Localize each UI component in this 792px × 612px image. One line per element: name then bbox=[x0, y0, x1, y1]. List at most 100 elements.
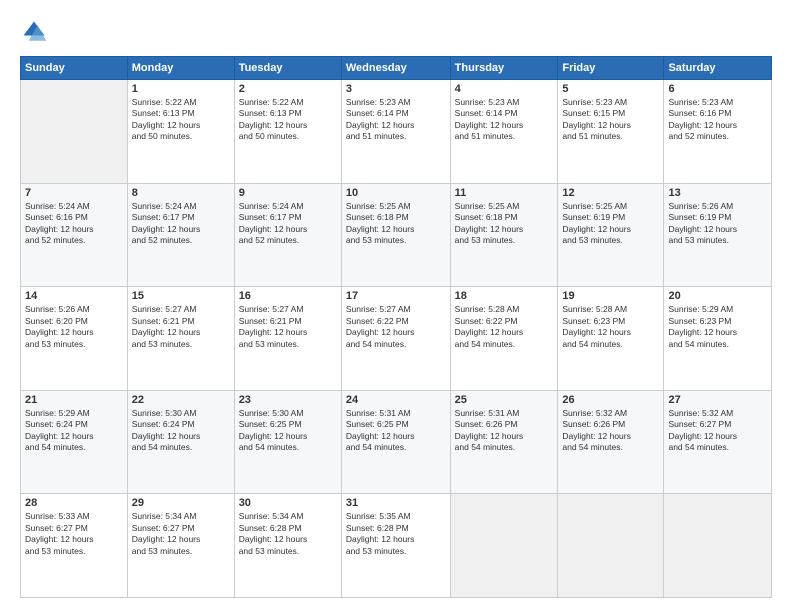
day-number: 24 bbox=[346, 394, 446, 406]
calendar-cell: 31Sunrise: 5:35 AM Sunset: 6:28 PM Dayli… bbox=[341, 494, 450, 598]
calendar-week-row: 1 Sunrise: 5:22 AM Sunset: 6:13 PM Daylig… bbox=[21, 80, 772, 184]
day-number: 17 bbox=[346, 290, 446, 302]
calendar-cell bbox=[450, 494, 558, 598]
weekday-header-saturday: Saturday bbox=[664, 57, 772, 80]
calendar-cell bbox=[21, 80, 128, 184]
day-info: Sunrise: 5:34 AM Sunset: 6:27 PM Dayligh… bbox=[132, 511, 230, 557]
calendar-cell: 9 Sunrise: 5:24 AM Sunset: 6:17 PM Daylig… bbox=[234, 183, 341, 287]
logo bbox=[20, 18, 52, 46]
day-number: 2 bbox=[239, 83, 337, 95]
day-number: 16 bbox=[239, 290, 337, 302]
day-number: 18 bbox=[455, 290, 554, 302]
day-info: Sunrise: 5:32 AM Sunset: 6:26 PM Dayligh… bbox=[562, 408, 659, 454]
day-number: 28 bbox=[25, 497, 123, 509]
day-info: Sunrise: 5:24 AM Sunset: 6:17 PM Dayligh… bbox=[132, 201, 230, 247]
day-number: 6 bbox=[668, 83, 767, 95]
day-info: Sunrise: 5:25 AM Sunset: 6:18 PM Dayligh… bbox=[455, 201, 554, 247]
calendar-cell bbox=[558, 494, 664, 598]
day-info: Sunrise: 5:30 AM Sunset: 6:24 PM Dayligh… bbox=[132, 408, 230, 454]
calendar-cell: 21Sunrise: 5:29 AM Sunset: 6:24 PM Dayli… bbox=[21, 390, 128, 494]
calendar-week-row: 14 Sunrise: 5:26 AM Sunset: 6:20 PM Dayli… bbox=[21, 287, 772, 391]
calendar-cell: 28 Sunrise: 5:33 AM Sunset: 6:27 PM Dayli… bbox=[21, 494, 128, 598]
day-info: Sunrise: 5:34 AM Sunset: 6:28 PM Dayligh… bbox=[239, 511, 337, 557]
day-number: 4 bbox=[455, 83, 554, 95]
weekday-header-monday: Monday bbox=[127, 57, 234, 80]
day-info: Sunrise: 5:27 AM Sunset: 6:21 PM Dayligh… bbox=[239, 304, 337, 350]
weekday-header-sunday: Sunday bbox=[21, 57, 128, 80]
day-info: Sunrise: 5:26 AM Sunset: 6:20 PM Dayligh… bbox=[25, 304, 123, 350]
day-number: 22 bbox=[132, 394, 230, 406]
day-number: 30 bbox=[239, 497, 337, 509]
calendar-cell: 12 Sunrise: 5:25 AM Sunset: 6:19 PM Dayli… bbox=[558, 183, 664, 287]
calendar-cell: 14 Sunrise: 5:26 AM Sunset: 6:20 PM Dayli… bbox=[21, 287, 128, 391]
weekday-header-thursday: Thursday bbox=[450, 57, 558, 80]
calendar-cell: 17 Sunrise: 5:27 AM Sunset: 6:22 PM Dayli… bbox=[341, 287, 450, 391]
day-info: Sunrise: 5:33 AM Sunset: 6:27 PM Dayligh… bbox=[25, 511, 123, 557]
logo-icon bbox=[20, 18, 48, 46]
calendar-cell: 18 Sunrise: 5:28 AM Sunset: 6:22 PM Dayli… bbox=[450, 287, 558, 391]
calendar-cell: 20 Sunrise: 5:29 AM Sunset: 6:23 PM Dayli… bbox=[664, 287, 772, 391]
weekday-header-wednesday: Wednesday bbox=[341, 57, 450, 80]
day-info: Sunrise: 5:25 AM Sunset: 6:19 PM Dayligh… bbox=[562, 201, 659, 247]
calendar-week-row: 21Sunrise: 5:29 AM Sunset: 6:24 PM Dayli… bbox=[21, 390, 772, 494]
day-number: 8 bbox=[132, 187, 230, 199]
day-number: 13 bbox=[668, 187, 767, 199]
day-number: 9 bbox=[239, 187, 337, 199]
calendar-cell: 6 Sunrise: 5:23 AM Sunset: 6:16 PM Daylig… bbox=[664, 80, 772, 184]
calendar-cell: 22 Sunrise: 5:30 AM Sunset: 6:24 PM Dayli… bbox=[127, 390, 234, 494]
calendar-cell: 15 Sunrise: 5:27 AM Sunset: 6:21 PM Dayli… bbox=[127, 287, 234, 391]
day-number: 20 bbox=[668, 290, 767, 302]
calendar-cell: 27 Sunrise: 5:32 AM Sunset: 6:27 PM Dayli… bbox=[664, 390, 772, 494]
calendar-cell: 30 Sunrise: 5:34 AM Sunset: 6:28 PM Dayli… bbox=[234, 494, 341, 598]
day-number: 11 bbox=[455, 187, 554, 199]
day-number: 7 bbox=[25, 187, 123, 199]
calendar-cell bbox=[664, 494, 772, 598]
day-info: Sunrise: 5:28 AM Sunset: 6:22 PM Dayligh… bbox=[455, 304, 554, 350]
calendar-cell: 26Sunrise: 5:32 AM Sunset: 6:26 PM Dayli… bbox=[558, 390, 664, 494]
calendar-table: SundayMondayTuesdayWednesdayThursdayFrid… bbox=[20, 56, 772, 598]
day-number: 27 bbox=[668, 394, 767, 406]
day-info: Sunrise: 5:27 AM Sunset: 6:22 PM Dayligh… bbox=[346, 304, 446, 350]
day-info: Sunrise: 5:23 AM Sunset: 6:14 PM Dayligh… bbox=[455, 97, 554, 143]
weekday-header-row: SundayMondayTuesdayWednesdayThursdayFrid… bbox=[21, 57, 772, 80]
day-info: Sunrise: 5:28 AM Sunset: 6:23 PM Dayligh… bbox=[562, 304, 659, 350]
day-info: Sunrise: 5:31 AM Sunset: 6:26 PM Dayligh… bbox=[455, 408, 554, 454]
calendar-cell: 29 Sunrise: 5:34 AM Sunset: 6:27 PM Dayli… bbox=[127, 494, 234, 598]
header bbox=[20, 18, 772, 46]
calendar-week-row: 28 Sunrise: 5:33 AM Sunset: 6:27 PM Dayli… bbox=[21, 494, 772, 598]
day-info: Sunrise: 5:27 AM Sunset: 6:21 PM Dayligh… bbox=[132, 304, 230, 350]
day-info: Sunrise: 5:25 AM Sunset: 6:18 PM Dayligh… bbox=[346, 201, 446, 247]
day-number: 12 bbox=[562, 187, 659, 199]
day-info: Sunrise: 5:29 AM Sunset: 6:24 PM Dayligh… bbox=[25, 408, 123, 454]
day-number: 5 bbox=[562, 83, 659, 95]
day-info: Sunrise: 5:24 AM Sunset: 6:17 PM Dayligh… bbox=[239, 201, 337, 247]
day-number: 15 bbox=[132, 290, 230, 302]
day-info: Sunrise: 5:26 AM Sunset: 6:19 PM Dayligh… bbox=[668, 201, 767, 247]
day-info: Sunrise: 5:30 AM Sunset: 6:25 PM Dayligh… bbox=[239, 408, 337, 454]
calendar-cell: 16 Sunrise: 5:27 AM Sunset: 6:21 PM Dayli… bbox=[234, 287, 341, 391]
day-info: Sunrise: 5:22 AM Sunset: 6:13 PM Dayligh… bbox=[239, 97, 337, 143]
weekday-header-friday: Friday bbox=[558, 57, 664, 80]
calendar-cell: 11 Sunrise: 5:25 AM Sunset: 6:18 PM Dayli… bbox=[450, 183, 558, 287]
day-number: 10 bbox=[346, 187, 446, 199]
day-number: 29 bbox=[132, 497, 230, 509]
calendar-cell: 3Sunrise: 5:23 AM Sunset: 6:14 PM Daylig… bbox=[341, 80, 450, 184]
day-info: Sunrise: 5:29 AM Sunset: 6:23 PM Dayligh… bbox=[668, 304, 767, 350]
day-number: 14 bbox=[25, 290, 123, 302]
day-info: Sunrise: 5:23 AM Sunset: 6:15 PM Dayligh… bbox=[562, 97, 659, 143]
calendar-cell: 25Sunrise: 5:31 AM Sunset: 6:26 PM Dayli… bbox=[450, 390, 558, 494]
calendar-cell: 13 Sunrise: 5:26 AM Sunset: 6:19 PM Dayli… bbox=[664, 183, 772, 287]
day-info: Sunrise: 5:23 AM Sunset: 6:14 PM Dayligh… bbox=[346, 97, 446, 143]
day-number: 23 bbox=[239, 394, 337, 406]
day-info: Sunrise: 5:35 AM Sunset: 6:28 PM Dayligh… bbox=[346, 511, 446, 557]
page: SundayMondayTuesdayWednesdayThursdayFrid… bbox=[0, 0, 792, 612]
weekday-header-tuesday: Tuesday bbox=[234, 57, 341, 80]
calendar-cell: 10 Sunrise: 5:25 AM Sunset: 6:18 PM Dayli… bbox=[341, 183, 450, 287]
calendar-cell: 4 Sunrise: 5:23 AM Sunset: 6:14 PM Daylig… bbox=[450, 80, 558, 184]
day-info: Sunrise: 5:32 AM Sunset: 6:27 PM Dayligh… bbox=[668, 408, 767, 454]
day-info: Sunrise: 5:31 AM Sunset: 6:25 PM Dayligh… bbox=[346, 408, 446, 454]
day-info: Sunrise: 5:22 AM Sunset: 6:13 PM Dayligh… bbox=[132, 97, 230, 143]
day-info: Sunrise: 5:23 AM Sunset: 6:16 PM Dayligh… bbox=[668, 97, 767, 143]
day-number: 1 bbox=[132, 83, 230, 95]
calendar-cell: 2 Sunrise: 5:22 AM Sunset: 6:13 PM Daylig… bbox=[234, 80, 341, 184]
